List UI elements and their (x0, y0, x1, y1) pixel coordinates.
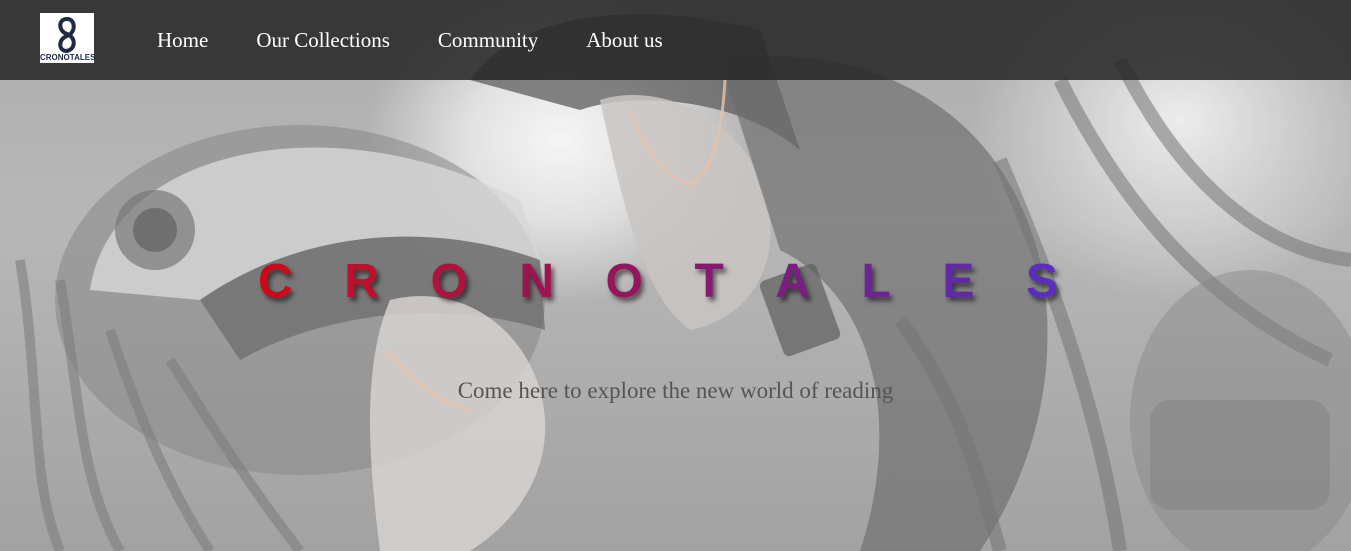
navbar: CRONOTALES Home Our Collections Communit… (0, 0, 1351, 80)
hero-tagline: Come here to explore the new world of re… (457, 378, 894, 403)
infinity-chain-icon (58, 16, 76, 54)
hero-title-letter: A (775, 255, 810, 308)
hero-title-letter: N (519, 255, 554, 308)
hero-title-letter: T (694, 255, 724, 308)
nav-item-about-us[interactable]: About us (586, 28, 662, 52)
hero-title-letter: E (942, 255, 975, 308)
hero-title-letter: S (1025, 255, 1058, 308)
brand-logo[interactable]: CRONOTALES (40, 13, 96, 63)
hero-title-letter: O (605, 255, 643, 308)
hero-title-letter: C (258, 255, 293, 308)
nav-item-our-collections[interactable]: Our Collections (256, 28, 390, 52)
hero-title-letter: R (344, 255, 379, 308)
brand-logo-text: CRONOTALES (40, 53, 96, 62)
hero-title-letter: L (861, 255, 891, 308)
hero-title: C R O N O T A L E S (258, 254, 1058, 310)
main-nav: Home Our Collections Community About us (157, 28, 663, 52)
nav-item-home[interactable]: Home (157, 28, 208, 52)
hero-title-letter: O (430, 255, 468, 308)
nav-item-community[interactable]: Community (438, 28, 538, 52)
